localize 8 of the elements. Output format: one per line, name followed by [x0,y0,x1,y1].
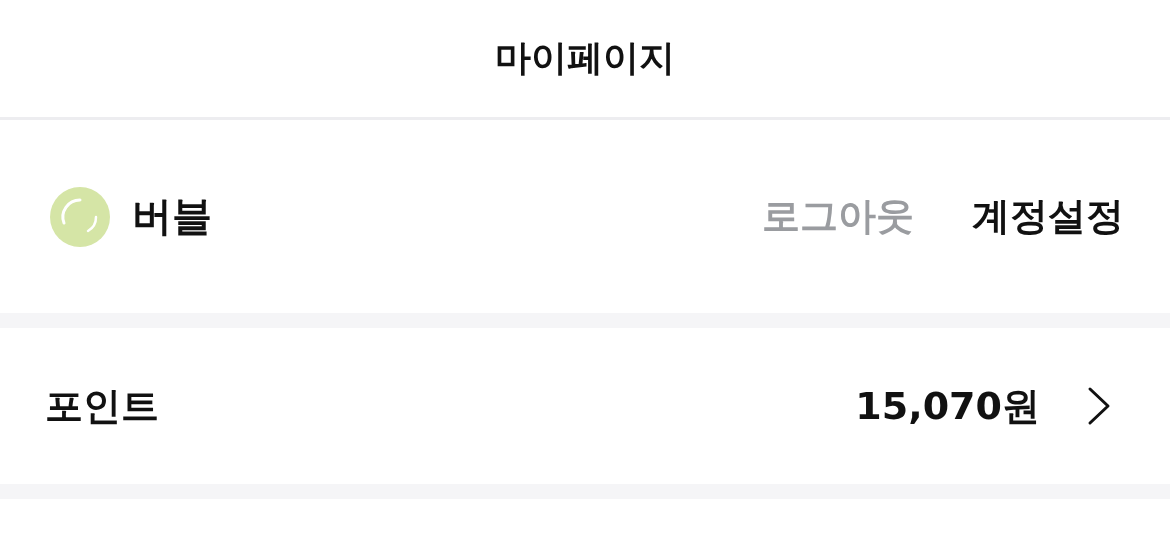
avatar-icon [50,186,110,247]
points-row[interactable]: 포인트 15,070원 [0,328,1170,484]
points-value: 15,070원 [855,382,1040,430]
user-name: 버블 [132,192,212,241]
points-label: 포인트 [45,382,159,430]
page-title: 마이페이지 [495,36,675,80]
chevron-right-icon [1086,386,1112,426]
account-settings-link[interactable]: 계정설정 [972,191,1124,242]
